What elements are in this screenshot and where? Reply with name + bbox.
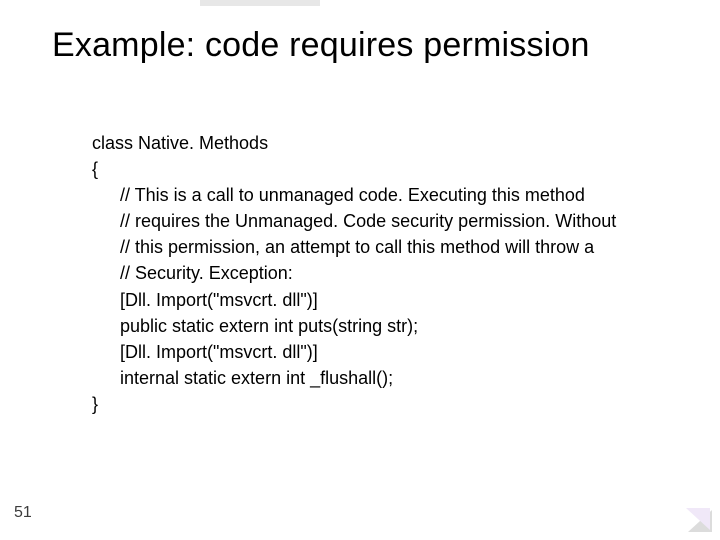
code-line: // requires the Unmanaged. Code security…	[92, 208, 660, 234]
code-line: }	[92, 391, 660, 417]
slide-title: Example: code requires permission	[52, 26, 690, 65]
code-line: // This is a call to unmanaged code. Exe…	[92, 182, 660, 208]
page-number: 51	[14, 504, 32, 522]
code-line: [Dll. Import("msvcrt. dll")]	[92, 287, 660, 313]
page-curl-icon	[684, 506, 712, 532]
code-line: [Dll. Import("msvcrt. dll")]	[92, 339, 660, 365]
code-line: {	[92, 156, 660, 182]
code-line: class Native. Methods	[92, 130, 660, 156]
code-line: internal static extern int _flushall();	[92, 365, 660, 391]
code-block: class Native. Methods { // This is a cal…	[92, 130, 660, 417]
slide: Example: code requires permission class …	[0, 0, 720, 540]
code-line: public static extern int puts(string str…	[92, 313, 660, 339]
code-line: // this permission, an attempt to call t…	[92, 234, 660, 260]
code-line: // Security. Exception:	[92, 260, 660, 286]
decoration-top-stub	[200, 0, 320, 6]
